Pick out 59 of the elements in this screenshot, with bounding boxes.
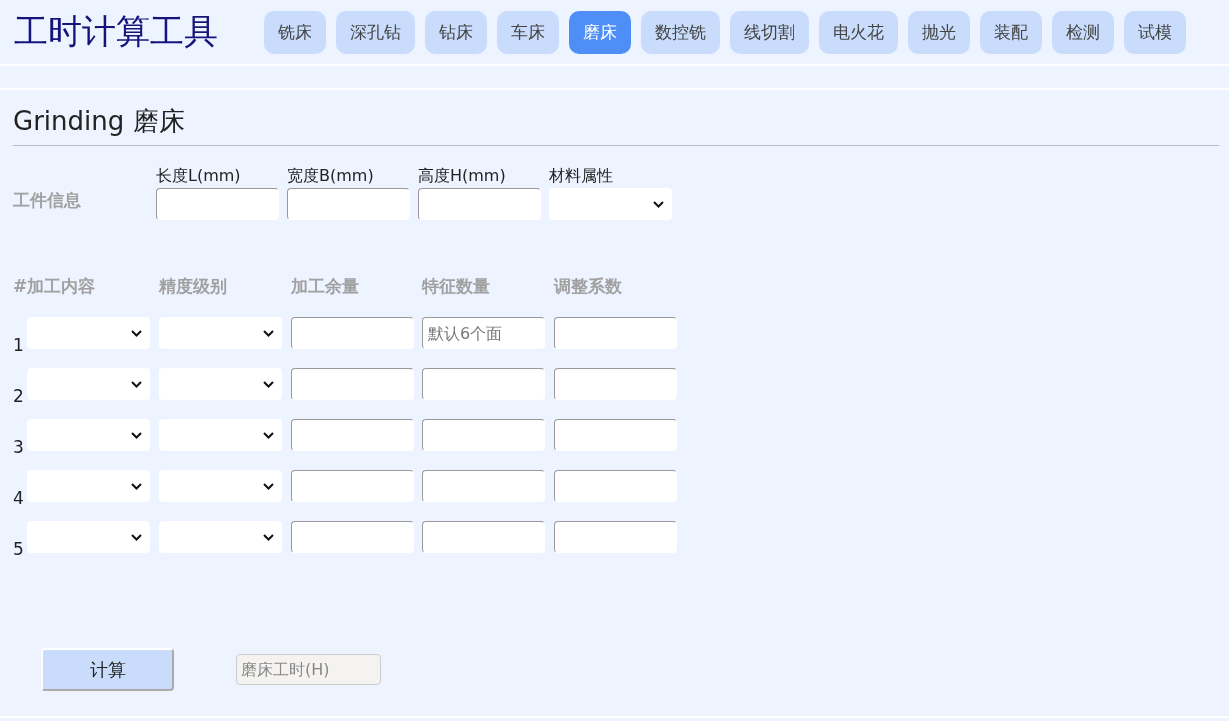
field-label: 宽度B(mm) (287, 166, 375, 187)
input-field[interactable] (422, 368, 545, 400)
row-number: 1 (13, 335, 25, 355)
chevron-down-icon (131, 380, 142, 388)
column-header: 特征数量 (422, 275, 491, 298)
calculate-button[interactable]: 计算 (41, 648, 174, 691)
machine-tab[interactable]: 铣床 (264, 10, 326, 54)
chevron-down-icon (263, 380, 274, 388)
workpiece-label: 工件信息 (13, 188, 82, 212)
input-field[interactable] (291, 470, 414, 502)
chevron-down-icon (131, 431, 142, 439)
machine-tab[interactable]: 深孔钻 (336, 10, 415, 54)
row-number: 2 (13, 386, 25, 406)
input-field[interactable] (291, 419, 414, 451)
field-label: 材料属性 (549, 166, 614, 187)
result-field[interactable]: 磨床工时(H) (236, 654, 381, 685)
column-header: 精度级别 (159, 275, 228, 298)
input-field[interactable] (554, 368, 677, 400)
column-header: 调整系数 (554, 275, 623, 298)
row-number: 4 (13, 488, 25, 508)
row-number: 3 (13, 437, 25, 457)
machine-tab[interactable]: 检测 (1052, 10, 1114, 54)
field-label: 高度H(mm) (418, 166, 507, 187)
row-number: 5 (13, 539, 25, 559)
chevron-down-icon (131, 533, 142, 541)
chevron-down-icon (131, 329, 142, 337)
chevron-down-icon (263, 431, 274, 439)
chevron-down-icon (131, 482, 142, 490)
input-field[interactable] (156, 188, 279, 220)
input-field[interactable] (422, 470, 545, 502)
machine-tab[interactable]: 线切割 (730, 10, 809, 54)
chevron-down-icon (263, 482, 274, 490)
machine-tab[interactable]: 数控铣 (641, 10, 720, 54)
app-title: 工时计算工具 (14, 10, 219, 53)
input-field[interactable] (554, 521, 677, 553)
input-field[interactable] (287, 188, 410, 220)
field-label: 长度L(mm) (156, 166, 242, 187)
machine-tab[interactable]: 车床 (497, 10, 559, 54)
column-header: 加工余量 (291, 275, 360, 298)
input-field[interactable] (554, 317, 677, 349)
input-field[interactable] (291, 368, 414, 400)
machine-tab[interactable]: 抛光 (908, 10, 970, 54)
input-field[interactable] (422, 521, 545, 553)
chevron-down-icon (653, 200, 664, 208)
machine-tab[interactable]: 电火花 (819, 10, 898, 54)
section-title: Grinding 磨床 (13, 104, 1219, 146)
machine-tab[interactable]: 装配 (980, 10, 1042, 54)
chevron-down-icon (263, 329, 274, 337)
input-field[interactable] (418, 188, 541, 220)
input-field[interactable] (422, 419, 545, 451)
machine-tab[interactable]: 试模 (1124, 10, 1186, 54)
input-field[interactable] (291, 317, 414, 349)
chevron-down-icon (263, 533, 274, 541)
input-field[interactable] (554, 419, 677, 451)
machine-tab[interactable]: 钻床 (425, 10, 487, 54)
input-field[interactable] (291, 521, 414, 553)
input-field[interactable] (554, 470, 677, 502)
input-field[interactable]: 默认6个面 (422, 317, 545, 349)
column-header: #加工内容 (13, 275, 97, 298)
